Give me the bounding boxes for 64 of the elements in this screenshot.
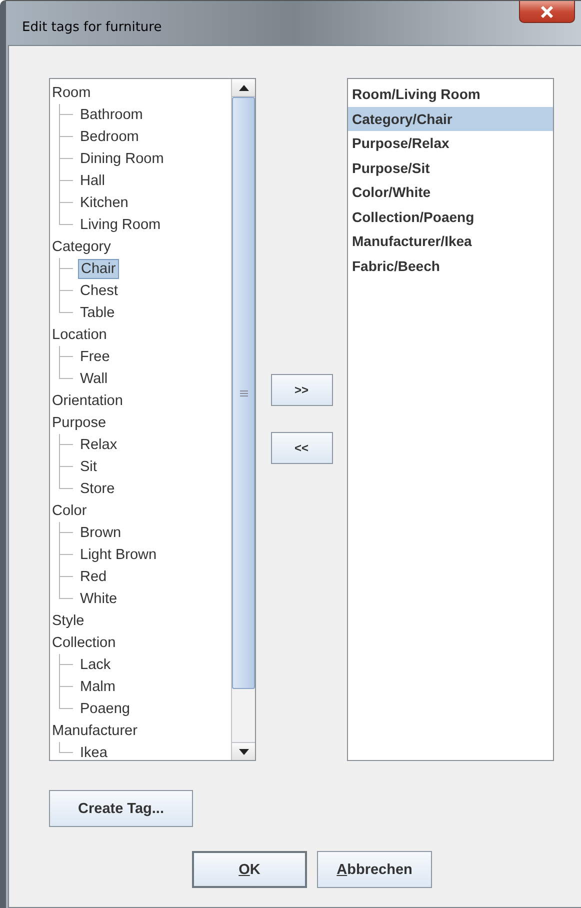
tree-item[interactable]: Location: [50, 325, 109, 345]
tree-line: [59, 522, 73, 544]
up-arrow-icon: [238, 84, 248, 90]
tree-item[interactable]: Dining Room: [78, 149, 166, 169]
down-arrow-icon: [238, 748, 248, 754]
tree-item[interactable]: Room: [50, 83, 93, 103]
tree-item[interactable]: Poaeng: [78, 699, 132, 719]
tree-item[interactable]: Kitchen: [78, 193, 130, 213]
tree-item[interactable]: Lack: [78, 655, 113, 675]
tree-item[interactable]: Table: [78, 303, 117, 323]
grip-icon: [240, 390, 248, 396]
tree-item[interactable]: Color: [50, 501, 89, 521]
tree-item[interactable]: Chest: [78, 281, 120, 301]
scroll-down-button[interactable]: [232, 742, 255, 760]
tree-item[interactable]: Bathroom: [78, 105, 145, 125]
tree-item[interactable]: Light Brown: [78, 545, 159, 565]
close-button[interactable]: [519, 1, 575, 23]
tree-item[interactable]: White: [78, 589, 120, 609]
tree-item[interactable]: Chair: [78, 259, 119, 279]
tree-item[interactable]: Malm: [78, 677, 118, 697]
tree-item[interactable]: Hall: [78, 171, 107, 191]
tree-item[interactable]: Red: [78, 567, 109, 587]
assigned-tag-item[interactable]: Fabric/Beech: [348, 254, 553, 278]
tree-item[interactable]: Ikea: [78, 743, 110, 763]
tree-item[interactable]: Manufacturer: [50, 721, 140, 741]
tree-line: [59, 544, 73, 566]
assigned-tag-item[interactable]: Purpose/Relax: [348, 131, 553, 156]
tree-line: [59, 104, 73, 126]
add-tag-button[interactable]: >>: [270, 374, 332, 406]
tree-line: [59, 148, 73, 170]
scroll-up-button[interactable]: [232, 79, 255, 97]
ok-button[interactable]: OK: [192, 851, 307, 888]
tree-item[interactable]: Collection: [50, 633, 118, 653]
remove-tag-button[interactable]: <<: [270, 432, 332, 464]
scroll-thumb[interactable]: [232, 97, 255, 689]
tree-item[interactable]: Wall: [78, 369, 110, 389]
tree-item[interactable]: Style: [50, 611, 86, 631]
tree-line: [59, 654, 73, 676]
tree-line: [59, 170, 73, 192]
tree-item[interactable]: Store: [78, 479, 117, 499]
tree-item[interactable]: Sit: [78, 457, 99, 477]
tree-item[interactable]: Orientation: [50, 391, 125, 411]
tree-item[interactable]: Brown: [78, 523, 124, 543]
assigned-tag-item[interactable]: Color/White: [348, 180, 553, 204]
tree-line: [59, 126, 73, 148]
assigned-tag-item[interactable]: Purpose/Sit: [348, 156, 553, 180]
tree-item[interactable]: Relax: [78, 435, 120, 455]
tree-item[interactable]: Living Room: [78, 215, 163, 235]
tree-line: [59, 258, 73, 280]
tree-item[interactable]: Purpose: [50, 413, 108, 433]
tree-item[interactable]: Free: [78, 347, 112, 367]
tree-item[interactable]: Bedroom: [78, 127, 141, 147]
tree-line: [59, 742, 73, 753]
assigned-tag-item[interactable]: Collection/Poaeng: [348, 204, 553, 229]
window-title: Edit tags for furniture: [21, 19, 162, 35]
tree-line: [59, 434, 73, 456]
create-tag-button[interactable]: Create Tag...: [49, 790, 193, 827]
assigned-tag-item[interactable]: Manufacturer/Ikea: [348, 229, 553, 254]
cancel-button[interactable]: Abbrechen: [317, 851, 432, 888]
scrollbar[interactable]: [231, 79, 255, 760]
assigned-tag-item[interactable]: Room/Living Room: [348, 82, 553, 106]
close-icon: [540, 6, 554, 18]
assigned-tag-item[interactable]: Category/Chair: [348, 106, 553, 131]
tree-item[interactable]: Category: [50, 237, 113, 257]
